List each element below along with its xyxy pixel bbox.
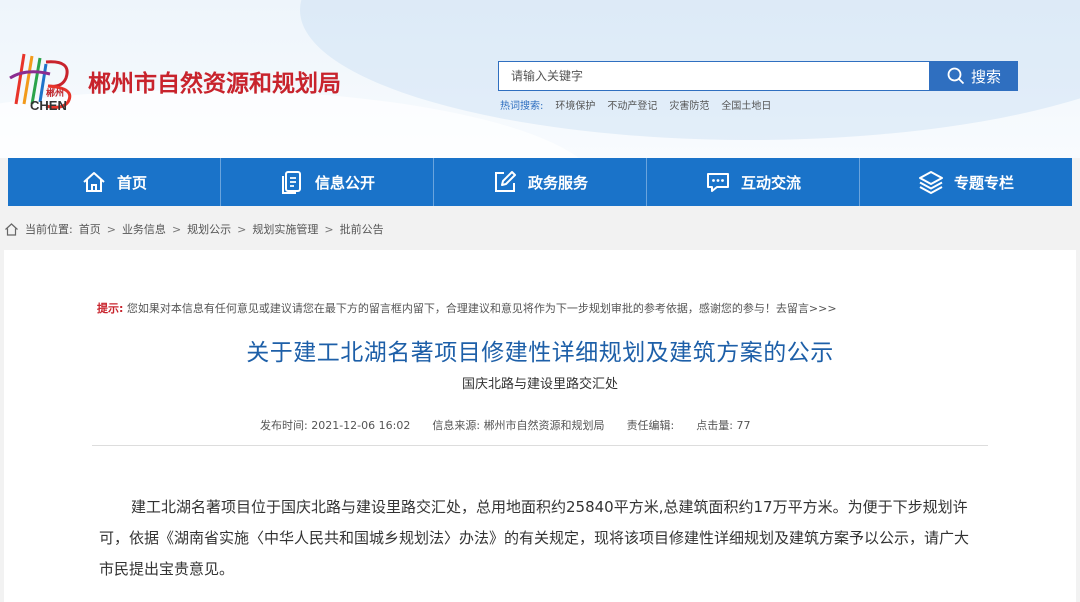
hot-word-link[interactable]: 灾害防范 <box>669 97 709 112</box>
hot-word-link[interactable]: 全国土地日 <box>721 97 771 112</box>
nav-item-service[interactable]: 政务服务 <box>434 158 647 206</box>
hot-word-link[interactable]: 不动产登记 <box>607 97 657 112</box>
article-meta: 发布时间: 2021-12-06 16:02 信息来源: 郴州市自然资源和规划局… <box>260 417 751 433</box>
publish-time-label: 发布时间: <box>260 419 308 432</box>
breadcrumb-item[interactable]: 规划公示 <box>187 221 231 237</box>
site-header: 郴州 CHEN 郴州市自然资源和规划局 请输入关键字 搜索 热词搜索: 环境保护… <box>0 0 1080 158</box>
nav-item-special[interactable]: 专题专栏 <box>860 158 1072 206</box>
publish-time-value: 2021-12-06 16:02 <box>311 419 411 432</box>
info-source: 信息来源: 郴州市自然资源和规划局 <box>432 417 604 433</box>
nav-item-label: 信息公开 <box>314 173 375 192</box>
article-title: 关于建工北湖名著项目修建性详细规划及建筑方案的公示 <box>246 340 834 366</box>
search-button-label: 搜索 <box>970 67 1001 86</box>
breadcrumb-item[interactable]: 首页 <box>79 221 101 237</box>
breadcrumb-label: 当前位置: <box>25 223 73 236</box>
tip-label: 提示: <box>97 302 124 315</box>
search-input[interactable]: 请输入关键字 <box>498 61 930 91</box>
breadcrumb-separator: > <box>171 222 182 236</box>
nav-item-label: 政务服务 <box>527 173 588 192</box>
comment-tip[interactable]: 提示: 您如果对本信息有任何意见或建议请您在最下方的留言框内留下，合理建议和意见… <box>97 300 837 316</box>
publish-time: 发布时间: 2021-12-06 16:02 <box>260 417 410 433</box>
logo-text-en: CHEN <box>30 98 67 113</box>
site-title[interactable]: 郴州市自然资源和规划局 <box>88 64 341 98</box>
chat-icon <box>706 173 729 192</box>
editor-label: 责任编辑: <box>626 419 675 432</box>
breadcrumb-separator: > <box>237 222 247 236</box>
hot-words-label: 热词搜索: <box>500 101 544 112</box>
click-count: 点击量: 77 <box>696 417 750 433</box>
divider <box>92 445 988 446</box>
article-subtitle: 国庆北路与建设里路交汇处 <box>461 377 618 392</box>
nav-item-label: 首页 <box>116 173 147 192</box>
edit-icon <box>494 171 516 192</box>
breadcrumb-separator: > <box>324 222 334 236</box>
search-icon <box>947 67 965 85</box>
main-nav: 首页 信息公开 政务服务 互动交流 专题专栏 <box>8 158 1072 206</box>
nav-item-label: 互动交流 <box>740 173 801 192</box>
breadcrumb-item[interactable]: 规划实施管理 <box>252 221 318 237</box>
breadcrumb-item[interactable]: 批前公告 <box>340 221 384 237</box>
nav-item-home[interactable]: 首页 <box>8 158 221 206</box>
clicks-value: 77 <box>736 419 751 432</box>
hot-word-link[interactable]: 环境保护 <box>555 97 595 112</box>
search-button[interactable]: 搜索 <box>930 61 1018 91</box>
home-icon <box>83 172 105 192</box>
article-body: 建工北湖名著项目位于国庆北路与建设里路交汇处，总用地面积约25840平方米,总建… <box>99 498 970 578</box>
hot-words: 热词搜索: 环境保护 不动产登记 灾害防范 全国土地日 <box>500 97 771 112</box>
article-container: 提示: 您如果对本信息有任何意见或建议请您在最下方的留言框内留下，合理建议和意见… <box>4 250 1076 602</box>
tip-text: 您如果对本信息有任何意见或建议请您在最下方的留言框内留下，合理建议和意见将作为下… <box>126 302 837 315</box>
clicks-label: 点击量: <box>696 419 733 432</box>
nav-item-info[interactable]: 信息公开 <box>221 158 434 206</box>
breadcrumb-item[interactable]: 业务信息 <box>122 221 166 237</box>
nav-item-label: 专题专栏 <box>953 173 1014 192</box>
home-icon <box>5 222 18 236</box>
breadcrumb: 当前位置: 首页 > 业务信息 > 规划公示 > 规划实施管理 > 批前公告 <box>4 220 384 238</box>
source-label: 信息来源: <box>432 419 481 432</box>
document-icon <box>281 171 301 194</box>
breadcrumb-separator: > <box>106 222 116 236</box>
layers-icon <box>918 171 943 194</box>
nav-item-interaction[interactable]: 互动交流 <box>647 158 860 206</box>
editor: 责任编辑: <box>627 417 675 433</box>
source-value: 郴州市自然资源和规划局 <box>483 419 605 432</box>
